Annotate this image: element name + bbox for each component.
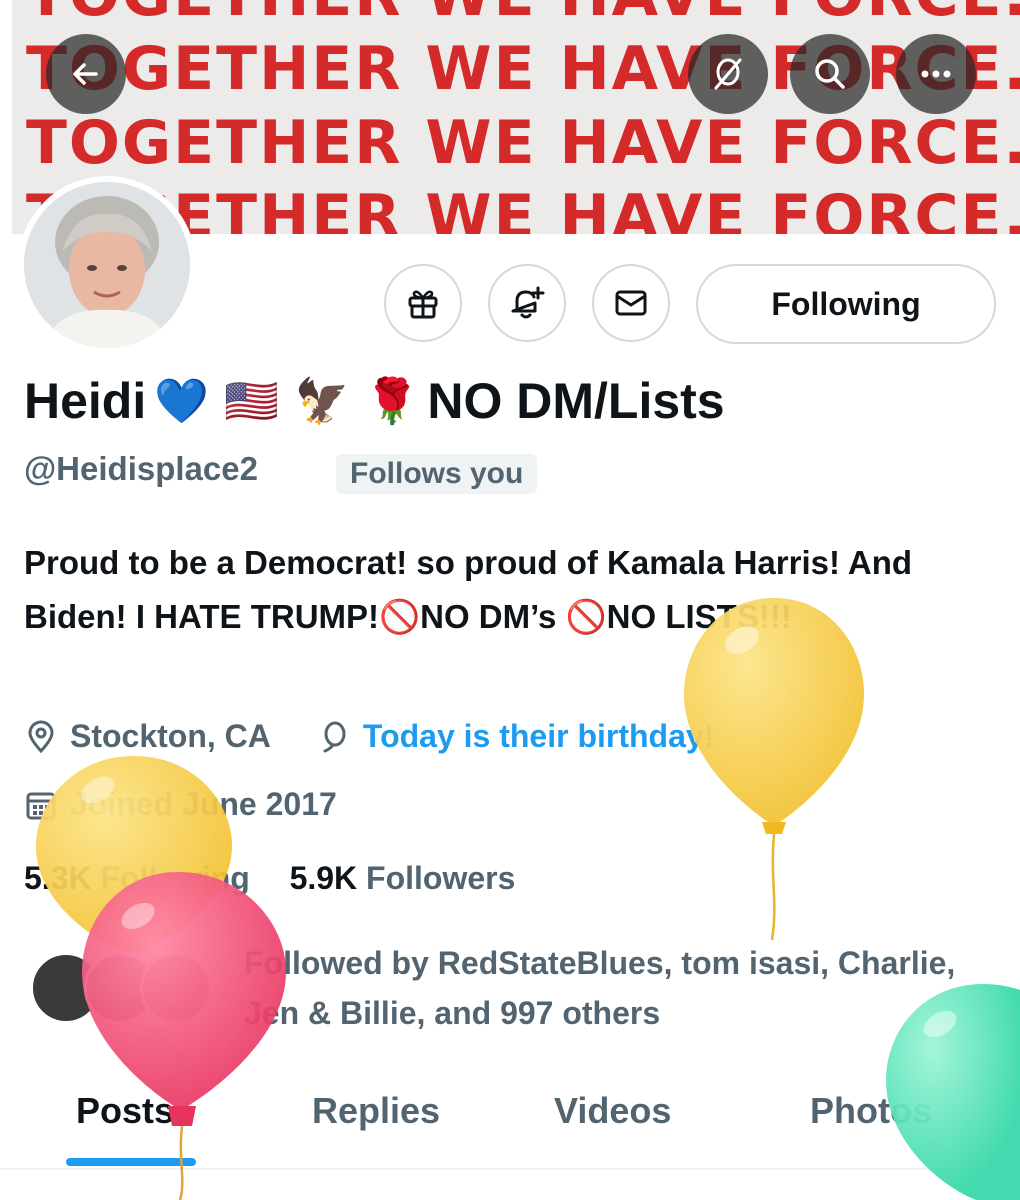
location-pin-icon <box>28 720 54 753</box>
profile-meta-joined-row: Joined June 2017 <box>24 786 337 823</box>
balloon-icon <box>323 721 346 752</box>
following-count: 5.3K <box>24 860 92 896</box>
banner-text: TOGETHER WE HAVE FORCE. <box>26 34 1020 104</box>
profile-avatar[interactable] <box>18 176 196 354</box>
following-stat[interactable]: 5.3K Following <box>24 860 250 896</box>
joined-date: Joined June 2017 <box>70 786 337 822</box>
following-button[interactable]: Following <box>696 264 996 344</box>
tab-photos[interactable]: Photos <box>810 1090 932 1132</box>
tab-videos[interactable]: Videos <box>554 1090 671 1132</box>
location-text: Stockton, CA <box>70 718 271 754</box>
followed-by-text[interactable]: Followed by RedStateBlues, tom isasi, Ch… <box>244 938 964 1038</box>
mail-icon <box>615 290 647 316</box>
followers-stat[interactable]: 5.9K Followers <box>290 860 516 896</box>
search-icon <box>815 59 845 89</box>
calendar-icon <box>26 792 56 819</box>
display-name-emoji: 💙 🇺🇸 🦅 🌹 <box>154 376 420 427</box>
notifications-button[interactable] <box>488 264 566 342</box>
user-handle: @Heidisplace2 <box>24 450 258 487</box>
birthday-link[interactable]: Today is their birthday! <box>363 718 714 755</box>
yellow-balloon <box>684 598 864 941</box>
message-button[interactable] <box>592 264 670 342</box>
back-arrow-icon <box>73 63 98 85</box>
active-tab-indicator <box>66 1158 196 1166</box>
tabs-divider <box>0 1168 1020 1170</box>
tab-posts[interactable]: Posts <box>76 1090 174 1132</box>
follower-avatar[interactable] <box>140 952 212 1024</box>
profile-bio: Proud to be a Democrat! so proud of Kama… <box>24 544 913 635</box>
followers-count: 5.9K <box>289 860 358 896</box>
follows-you-badge: Follows you <box>336 454 538 494</box>
search-button[interactable] <box>790 34 870 114</box>
display-name: Heidi 💙 🇺🇸 🦅 🌹 NO DM/Lists <box>24 372 725 430</box>
display-name-suffix: NO DM/Lists <box>427 373 725 429</box>
follow-stats: 5.3K Following 5.9K Followers <box>24 860 515 897</box>
more-icon <box>921 70 951 78</box>
balloon-off-icon <box>714 58 742 90</box>
display-name-text: Heidi <box>24 373 147 429</box>
gift-icon <box>408 290 438 319</box>
banner-text: TOGETHER WE HAVE FORCE. <box>26 0 1020 30</box>
following-label: Following <box>100 860 250 896</box>
banner-text: TOGETHER WE HAVE FORCE. <box>26 108 1020 178</box>
more-button[interactable] <box>896 34 976 114</box>
bell-plus-icon <box>511 286 545 319</box>
back-button[interactable] <box>46 34 126 114</box>
tab-replies[interactable]: Replies <box>312 1090 440 1132</box>
gift-button[interactable] <box>384 264 462 342</box>
avatar-photo <box>24 182 190 348</box>
followers-label: Followers <box>366 860 516 896</box>
profile-meta-location-row: Stockton, CA Today is their birthday! <box>24 718 714 755</box>
balloon-toggle-button[interactable] <box>688 34 768 114</box>
